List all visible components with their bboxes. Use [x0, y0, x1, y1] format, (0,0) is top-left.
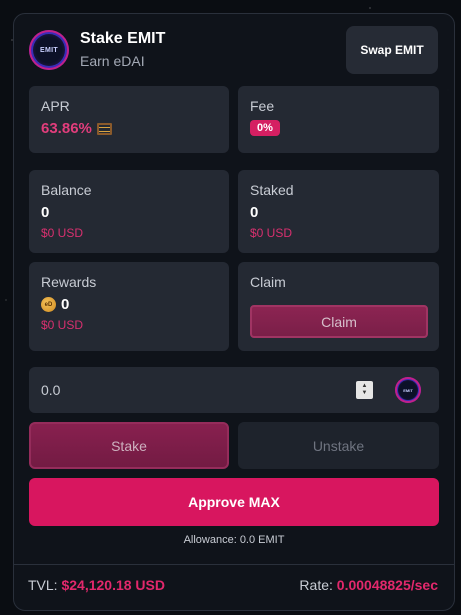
emit-token-logo: EMIT [29, 30, 69, 70]
claim-label: Claim [250, 274, 286, 290]
rate-readout: Rate: 0.00048825/sec [299, 577, 438, 593]
chevron-up-icon[interactable]: ▲ [362, 383, 368, 390]
rewards-usd: $0 USD [41, 318, 84, 332]
rewards-value-row: eD 0 [41, 296, 217, 313]
staked-tile: Staked 0 $0 USD [238, 170, 439, 253]
emit-token-icon: EMIT [395, 377, 421, 403]
rate-value: 0.00048825/sec [336, 577, 438, 593]
tab-stake[interactable]: Stake [29, 422, 229, 469]
amount-input-row: ▲ ▼ EMIT [29, 367, 439, 413]
staked-usd: $0 USD [250, 226, 293, 240]
card-subtitle: Earn eDAI [80, 53, 145, 69]
rewards-label: Rewards [41, 274, 97, 290]
apr-label: APR [41, 98, 70, 114]
card-header: EMIT Stake EMIT Earn eDAI Swap EMIT [29, 26, 438, 76]
staked-value: 0 [250, 204, 259, 221]
apr-tile: APR 63.86% [29, 86, 229, 153]
apr-value-row: 63.86% [41, 120, 217, 137]
chevron-down-icon[interactable]: ▼ [362, 390, 368, 397]
amount-input[interactable] [41, 379, 341, 401]
stake-card: EMIT Stake EMIT Earn eDAI Swap EMIT APR … [13, 13, 455, 611]
fee-tile: Fee 0% [238, 86, 439, 153]
footer-divider [14, 564, 454, 565]
swap-emit-button[interactable]: Swap EMIT [346, 26, 438, 74]
claim-button[interactable]: Claim [250, 305, 428, 338]
fee-label: Fee [250, 98, 275, 114]
amount-stepper[interactable]: ▲ ▼ [356, 381, 373, 399]
apr-value: 63.86% [41, 120, 92, 137]
balance-value: 0 [41, 204, 50, 221]
staked-label: Staked [250, 182, 294, 198]
tvl-value: $24,120.18 USD [61, 577, 165, 593]
rewards-value: 0 [61, 296, 70, 313]
card-title: Stake EMIT [80, 30, 166, 47]
tvl-label: TVL: [28, 577, 58, 593]
fee-badge: 0% [250, 120, 280, 136]
rewards-tile: Rewards eD 0 $0 USD [29, 262, 229, 351]
claim-tile: Claim Claim [238, 262, 439, 351]
balance-tile: Balance 0 $0 USD [29, 170, 229, 253]
balance-usd: $0 USD [41, 226, 84, 240]
balance-label: Balance [41, 182, 92, 198]
allowance-text: Allowance: 0.0 EMIT [183, 534, 285, 546]
approve-max-button[interactable]: Approve MAX [29, 478, 439, 526]
abacus-icon[interactable] [96, 122, 112, 135]
tvl-readout: TVL: $24,120.18 USD [28, 577, 165, 593]
edai-coin-icon: eD [41, 297, 56, 312]
rate-label: Rate: [299, 577, 333, 593]
tab-unstake[interactable]: Unstake [238, 422, 439, 469]
